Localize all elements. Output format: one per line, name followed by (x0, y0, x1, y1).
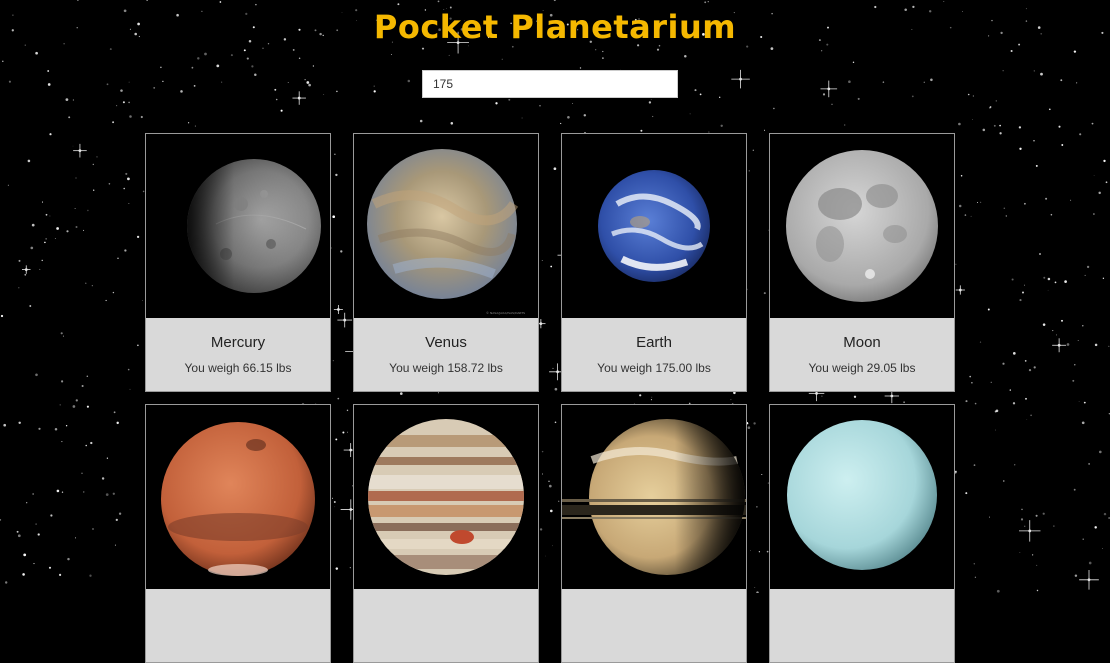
planet-weight: You weigh 158.72 lbs (389, 361, 503, 375)
planet-name: Venus (425, 334, 467, 351)
planet-card-saturn[interactable] (561, 404, 747, 663)
jupiter-image (354, 405, 538, 589)
planet-card-jupiter[interactable] (353, 404, 539, 663)
planet-card-mars[interactable] (145, 404, 331, 663)
planet-name: Moon (843, 334, 881, 351)
earth-image (562, 134, 746, 318)
planet-card-mercury[interactable]: Mercury You weigh 66.15 lbs (145, 133, 331, 392)
uranus-image (770, 405, 954, 589)
planet-card-venus[interactable]: © NASA/JAXA/ISAS/DARTS Venus You weigh 1… (353, 133, 539, 392)
planet-card-earth[interactable]: Earth You weigh 175.00 lbs (561, 133, 747, 392)
planet-name: Mercury (210, 334, 266, 351)
saturn-image (562, 405, 746, 589)
weight-input[interactable] (422, 70, 678, 98)
planet-card-moon[interactable]: Moon You weigh 29.05 lbs (769, 133, 955, 392)
planet-weight: You weigh 29.05 lbs (808, 361, 916, 375)
planet-weight: You weigh 66.15 lbs (184, 361, 292, 375)
page-title: Pocket Planetarium (373, 8, 737, 46)
moon-image (770, 134, 954, 318)
venus-image: © NASA/JAXA/ISAS/DARTS (354, 134, 538, 318)
svg-text:© NASA/JAXA/ISAS/DARTS: © NASA/JAXA/ISAS/DARTS (486, 311, 525, 315)
planet-weight: You weigh 175.00 lbs (597, 361, 711, 375)
mars-image (146, 405, 330, 589)
planet-card-uranus[interactable] (769, 404, 955, 663)
planet-name: Earth (636, 334, 672, 351)
mercury-image (146, 134, 330, 318)
